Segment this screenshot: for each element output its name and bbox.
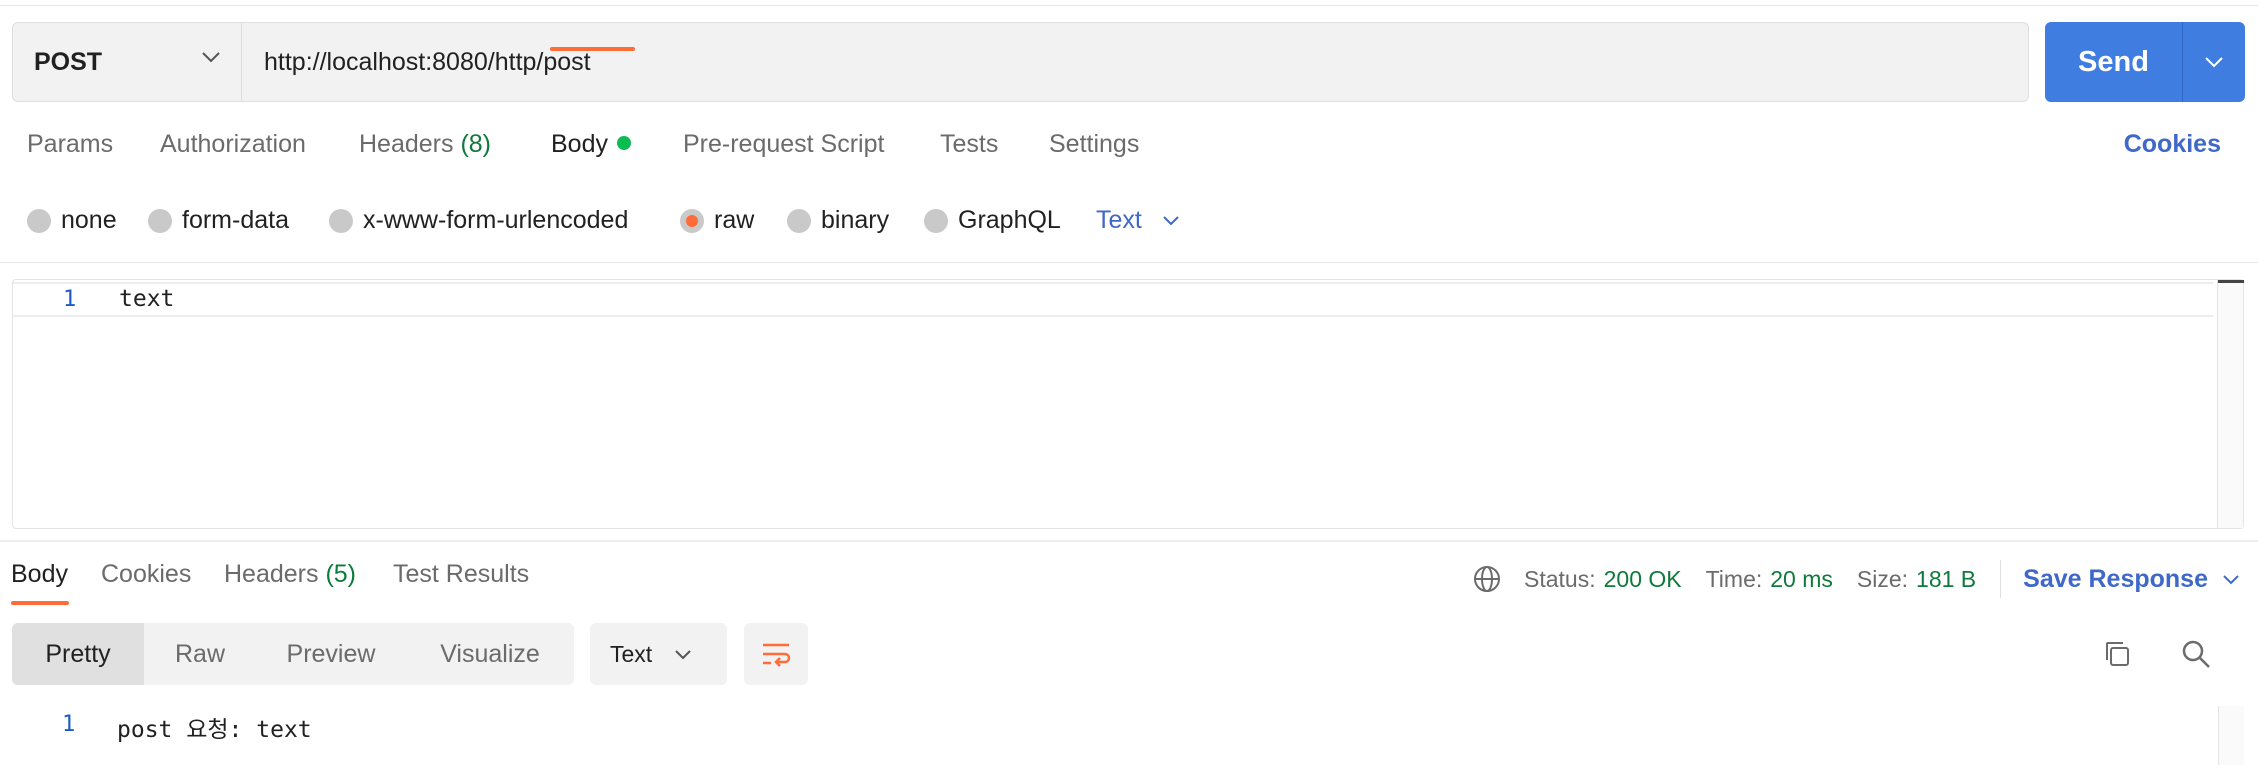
view-mode-preview[interactable]: Preview (256, 623, 406, 685)
tab-headers[interactable]: Headers (8) (359, 130, 491, 159)
cookies-link[interactable]: Cookies (2124, 130, 2221, 159)
vertical-divider (2000, 560, 2002, 598)
radio-label: binary (821, 206, 890, 234)
response-meta: Status: 200 OK Time: 20 ms Size: 181 B Save… (1472, 560, 2240, 598)
chevron-down-icon (2205, 57, 2223, 68)
copy-button[interactable] (2099, 636, 2135, 672)
editor-scrollbar[interactable] (2217, 280, 2244, 528)
active-tab-underline (550, 47, 635, 51)
url-input[interactable]: http://localhost:8080/http/post (242, 23, 2028, 101)
wrap-lines-icon (763, 643, 791, 667)
radio-raw[interactable]: raw (680, 206, 754, 235)
method-select[interactable]: POST (13, 23, 242, 101)
response-scrollbar[interactable] (2218, 706, 2244, 765)
time-label: Time: (1705, 565, 1763, 592)
radio-label: x-www-form-urlencoded (363, 206, 629, 234)
response-tab-cookies[interactable]: Cookies (101, 560, 191, 589)
status-label: Status: (1524, 565, 1596, 592)
radio-x-www-form-urlencoded[interactable]: x-www-form-urlencoded (329, 206, 628, 235)
radio-label: raw (714, 206, 755, 234)
scrollbar-thumb[interactable] (2218, 280, 2244, 283)
top-divider (0, 5, 2258, 6)
radio-circle (329, 208, 353, 233)
response-body-line: post 요청: text (117, 717, 312, 743)
globe-icon[interactable] (1472, 564, 1502, 594)
response-tab-body[interactable]: Body (11, 560, 68, 589)
tab-pre-request-script[interactable]: Pre-request Script (683, 130, 884, 159)
radio-form-data[interactable]: form-data (148, 206, 289, 235)
response-active-tab-underline (11, 601, 69, 605)
body-type-options: none form-data x-www-form-urlencoded raw… (0, 206, 2258, 238)
editor-code-line: text (119, 286, 175, 312)
radio-circle (148, 208, 172, 233)
copy-icon (2106, 642, 2129, 666)
radio-label: none (61, 206, 117, 234)
radio-none[interactable]: none (27, 206, 117, 235)
chevron-down-icon (202, 52, 220, 63)
tab-headers-label: Headers (359, 130, 454, 158)
send-button[interactable]: Send (2045, 22, 2182, 102)
response-view-modes: Pretty Raw Preview Visualize (12, 623, 574, 685)
url-text: http://localhost:8080/http/post (264, 47, 591, 76)
save-response-button[interactable]: Save Response (2023, 565, 2240, 594)
active-line-highlight (13, 282, 2213, 317)
response-line-number: 1 (62, 712, 76, 737)
status-info: Status: 200 OK (1524, 566, 1682, 593)
tab-params[interactable]: Params (27, 130, 113, 159)
radio-circle-selected (680, 208, 704, 233)
radio-circle (924, 208, 948, 233)
tab-body[interactable]: Body (551, 130, 631, 159)
chevron-down-icon (1163, 216, 1179, 226)
wrap-lines-button[interactable] (744, 623, 808, 685)
tab-settings[interactable]: Settings (1049, 130, 1139, 159)
section-divider (0, 262, 2258, 263)
view-mode-raw[interactable]: Raw (144, 623, 256, 685)
response-tab-headers-label: Headers (224, 560, 319, 588)
view-mode-pretty[interactable]: Pretty (12, 623, 144, 685)
send-options-button[interactable] (2182, 22, 2245, 102)
response-tab-test-results[interactable]: Test Results (393, 560, 529, 589)
radio-binary[interactable]: binary (787, 206, 889, 235)
search-button[interactable] (2178, 636, 2214, 672)
search-icon (2182, 640, 2210, 668)
response-tab-headers[interactable]: Headers (5) (224, 560, 356, 589)
request-body-editor[interactable]: 1 text (12, 279, 2244, 529)
response-format-select[interactable]: Text (590, 623, 727, 685)
size-label: Size: (1856, 565, 1909, 592)
response-headers-count: (5) (325, 560, 357, 588)
line-number: 1 (63, 287, 77, 312)
time-value: 20 ms (1770, 565, 1833, 592)
body-indicator-dot (616, 136, 631, 150)
tab-body-label: Body (551, 130, 608, 158)
view-mode-visualize[interactable]: Visualize (406, 623, 574, 685)
request-bar: POST http://localhost:8080/http/post (12, 22, 2029, 102)
size-info: Size: 181 B (1857, 566, 1976, 593)
response-format-label: Text (610, 640, 653, 667)
time-info: Time: 20 ms (1706, 566, 1833, 593)
body-language-select[interactable]: Text (1096, 206, 1180, 235)
radio-label: GraphQL (958, 206, 1061, 234)
send-button-group: Send (2045, 22, 2245, 102)
radio-label: form-data (182, 206, 289, 234)
body-language-label: Text (1096, 206, 1142, 234)
tab-tests[interactable]: Tests (940, 130, 998, 159)
headers-count: (8) (460, 130, 492, 158)
radio-circle (787, 208, 811, 233)
save-response-label: Save Response (2023, 564, 2208, 593)
chevron-down-icon (2223, 574, 2239, 584)
method-label: POST (34, 47, 103, 76)
tab-authorization[interactable]: Authorization (160, 130, 306, 159)
status-value: 200 OK (1603, 565, 1682, 592)
radio-circle (27, 208, 51, 233)
response-divider[interactable] (0, 540, 2258, 542)
request-tabs: Params Authorization Headers (8) Body Pr… (0, 130, 2258, 180)
radio-graphql[interactable]: GraphQL (924, 206, 1061, 235)
chevron-down-icon (675, 649, 691, 659)
size-value: 181 B (1916, 565, 1977, 592)
